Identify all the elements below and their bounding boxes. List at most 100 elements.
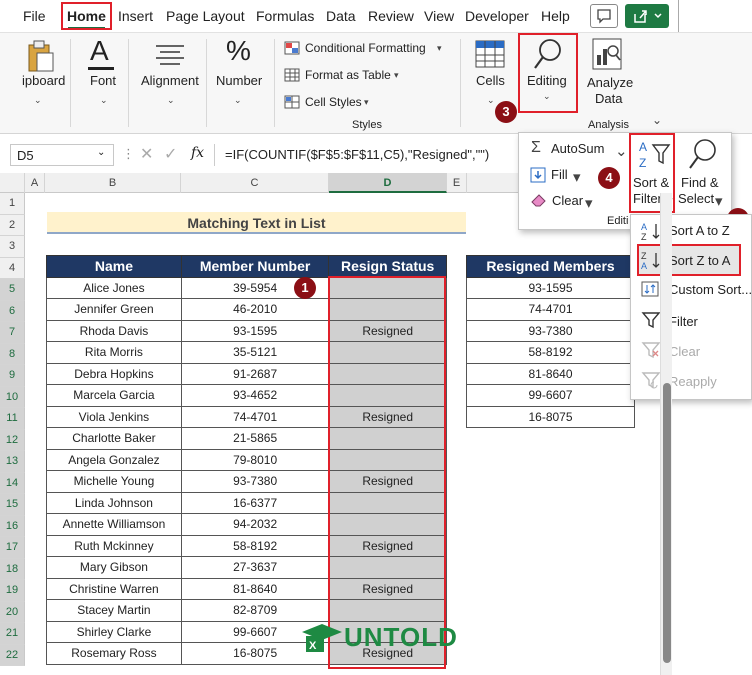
alignment-group-label[interactable]: Alignment [141, 73, 199, 88]
ribbon-collapse-icon[interactable]: ⌄ [652, 113, 662, 127]
member-number-cell[interactable]: 93-7380 [180, 470, 330, 493]
member-number-cell[interactable]: 93-1595 [180, 319, 330, 342]
conditional-formatting-button[interactable]: Conditional Formatting [305, 41, 426, 55]
member-number-cell[interactable]: 93-4652 [180, 384, 330, 407]
row-header[interactable]: 15 [0, 494, 25, 516]
header-resign-status[interactable]: Resign Status [328, 255, 447, 278]
row-header[interactable]: 17 [0, 537, 25, 559]
name-cell[interactable]: Viola Jenkins [46, 405, 182, 428]
member-number-cell[interactable]: 21-5865 [180, 427, 330, 450]
row-header[interactable]: 7 [0, 322, 25, 344]
name-cell[interactable]: Marcela Garcia [46, 384, 182, 407]
menu-insert[interactable]: Insert [118, 8, 153, 24]
reapply-item[interactable]: Reapply [669, 374, 717, 389]
row-header[interactable]: 6 [0, 300, 25, 322]
column-header-d[interactable]: D [329, 173, 447, 193]
resigned-member-cell[interactable]: 81-8640 [466, 362, 635, 385]
custom-sort-item[interactable]: Custom Sort... [669, 282, 752, 297]
row-header[interactable]: 4 [0, 257, 25, 279]
column-header-a[interactable]: A [25, 173, 45, 193]
name-cell[interactable]: Annette Williamson [46, 513, 182, 536]
member-number-cell[interactable]: 27-3637 [180, 556, 330, 579]
menu-file[interactable]: File [23, 8, 46, 24]
menu-page-layout[interactable]: Page Layout [166, 8, 245, 24]
row-header[interactable]: 16 [0, 515, 25, 537]
name-cell[interactable]: Linda Johnson [46, 491, 182, 514]
sort-a-to-z-item[interactable]: Sort A to Z [669, 223, 730, 238]
row-header[interactable]: 9 [0, 365, 25, 387]
column-header-c[interactable]: C [181, 173, 329, 193]
member-number-cell[interactable]: 79-8010 [180, 448, 330, 471]
resigned-member-cell[interactable]: 99-6607 [466, 384, 635, 407]
name-cell[interactable]: Rosemary Ross [46, 642, 182, 665]
select-all-corner[interactable] [0, 173, 25, 193]
vertical-scrollbar[interactable] [660, 193, 672, 675]
menu-review[interactable]: Review [368, 8, 414, 24]
row-header[interactable]: 12 [0, 429, 25, 451]
resigned-member-cell[interactable]: 74-4701 [466, 298, 635, 321]
row-header[interactable]: 22 [0, 644, 25, 666]
scrollbar-thumb[interactable] [663, 383, 671, 663]
find-select-label-line1[interactable]: Find & [681, 175, 719, 190]
member-number-cell[interactable]: 82-8709 [180, 599, 330, 622]
menu-view[interactable]: View [424, 8, 454, 24]
header-name[interactable]: Name [46, 255, 182, 278]
row-header[interactable]: 10 [0, 386, 25, 408]
analyze-data-label-line2[interactable]: Data [595, 91, 622, 106]
name-cell[interactable]: Charlotte Baker [46, 427, 182, 450]
cancel-icon[interactable]: ✕ [140, 144, 153, 164]
row-header[interactable]: 13 [0, 451, 25, 473]
row-header[interactable]: 19 [0, 580, 25, 602]
filter-item[interactable]: Filter [669, 314, 698, 329]
name-cell[interactable]: Rhoda Davis [46, 319, 182, 342]
member-number-cell[interactable]: 74-4701 [180, 405, 330, 428]
member-number-cell[interactable]: 94-2032 [180, 513, 330, 536]
member-number-cell[interactable]: 91-2687 [180, 362, 330, 385]
share-button[interactable] [625, 4, 669, 28]
name-cell[interactable]: Ruth Mckinney [46, 534, 182, 557]
resigned-member-cell[interactable]: 93-1595 [466, 276, 635, 299]
resigned-member-cell[interactable]: 58-8192 [466, 341, 635, 364]
menu-formulas[interactable]: Formulas [256, 8, 314, 24]
name-cell[interactable]: Debra Hopkins [46, 362, 182, 385]
member-number-cell[interactable]: 16-6377 [180, 491, 330, 514]
clear-filter-item[interactable]: Clear [669, 344, 700, 359]
member-number-cell[interactable]: 58-8192 [180, 534, 330, 557]
insert-function-icon[interactable]: fx [191, 145, 204, 161]
row-header[interactable]: 14 [0, 472, 25, 494]
member-number-cell[interactable]: 46-2010 [180, 298, 330, 321]
row-header[interactable]: 8 [0, 343, 25, 365]
sheet-title[interactable]: Matching Text in List [47, 212, 466, 234]
menu-data[interactable]: Data [326, 8, 356, 24]
member-number-cell[interactable]: 81-8640 [180, 577, 330, 600]
name-cell[interactable]: Christine Warren [46, 577, 182, 600]
confirm-icon[interactable]: ✓ [164, 144, 177, 164]
row-header[interactable]: 20 [0, 601, 25, 623]
row-header[interactable]: 11 [0, 408, 25, 430]
menu-help[interactable]: Help [541, 8, 570, 24]
name-cell[interactable]: Rita Morris [46, 341, 182, 364]
number-group-label[interactable]: Number [216, 73, 262, 88]
cell-styles-button[interactable]: Cell Styles [305, 95, 362, 109]
row-header[interactable]: 5 [0, 279, 25, 301]
name-cell[interactable]: Alice Jones [46, 276, 182, 299]
name-cell[interactable]: Jennifer Green [46, 298, 182, 321]
row-header[interactable]: 2 [0, 214, 25, 236]
name-cell[interactable]: Michelle Young [46, 470, 182, 493]
name-cell[interactable]: Angela Gonzalez [46, 448, 182, 471]
analyze-data-label-line1[interactable]: Analyze [587, 75, 633, 90]
header-resigned-members[interactable]: Resigned Members [466, 255, 635, 278]
row-header[interactable]: 3 [0, 236, 25, 258]
name-cell[interactable]: Shirley Clarke [46, 620, 182, 643]
autosum-button[interactable]: AutoSum [551, 141, 604, 156]
resigned-member-cell[interactable]: 16-8075 [466, 405, 635, 428]
name-cell[interactable]: Mary Gibson [46, 556, 182, 579]
column-header-b[interactable]: B [45, 173, 181, 193]
cells-group-label[interactable]: Cells [476, 73, 505, 88]
row-header[interactable]: 18 [0, 558, 25, 580]
font-group-label[interactable]: Font [90, 73, 116, 88]
name-cell[interactable]: Stacey Martin [46, 599, 182, 622]
column-header-e[interactable]: E [447, 173, 467, 193]
chevron-down-icon[interactable]: ⌄ [97, 147, 105, 158]
member-number-cell[interactable]: 35-5121 [180, 341, 330, 364]
